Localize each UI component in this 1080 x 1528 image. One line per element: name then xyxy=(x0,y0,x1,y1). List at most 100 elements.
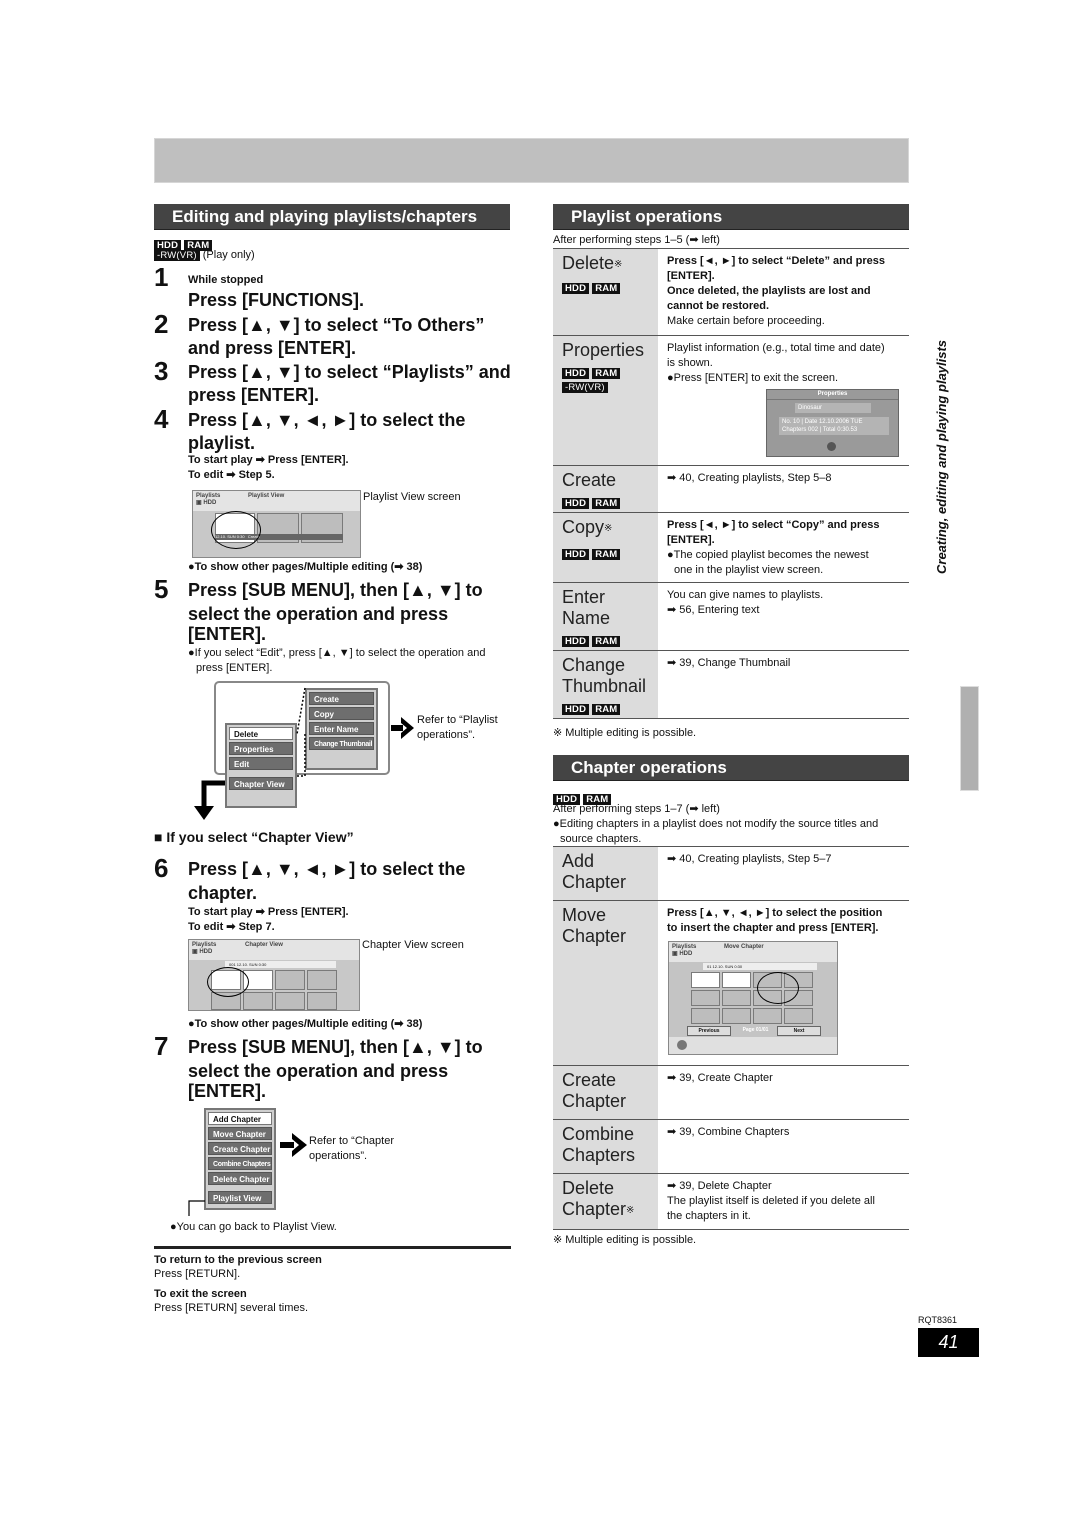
chapter-thumb[interactable] xyxy=(722,990,751,1006)
op-name: Copy※ xyxy=(562,517,613,537)
menu-item-properties[interactable]: Properties xyxy=(229,742,293,755)
badge-hdd: HDD xyxy=(562,704,590,715)
badge-ram: RAM xyxy=(592,636,621,647)
badge-ram: RAM xyxy=(592,498,621,509)
menu-item-delete[interactable]: Delete xyxy=(229,727,293,740)
op-row-delete-chapter: Delete Chapter※ ➡ 39, Delete Chapter The p… xyxy=(553,1174,909,1230)
section-tab xyxy=(960,686,979,791)
exit-title: To exit the screen xyxy=(154,1288,247,1300)
badge-ram: RAM xyxy=(592,549,621,560)
chapter-thumb[interactable] xyxy=(691,990,720,1006)
move-chapter-screen: Playlists Move Chapter ▣ HDD 01 12.10. S… xyxy=(668,941,838,1055)
menu-item-create[interactable]: Create xyxy=(309,692,374,705)
op-name: Add Chapter xyxy=(562,851,627,892)
op-name: Delete Chapter※ xyxy=(562,1178,635,1219)
op-desc: ➡ 39, Create Chapter xyxy=(667,1072,773,1084)
chapter-view-screen: Playlists Chapter View ▣ HDD 001 12.10. … xyxy=(188,939,360,1011)
screen-hdr-title: Move Chapter xyxy=(724,944,764,950)
op-row-delete: Delete※ HDD RAM Press [◄, ►] to select “D… xyxy=(553,249,909,336)
menu-item-move-chapter[interactable]: Move Chapter xyxy=(208,1127,272,1140)
divider xyxy=(154,1246,511,1249)
chapter-thumb[interactable] xyxy=(722,1008,751,1024)
screen-drive: ▣ HDD xyxy=(192,949,213,955)
properties-title: Properties xyxy=(767,390,898,400)
screen-hdr-title: Playlist View xyxy=(248,493,285,499)
menu-item-delete-chapter[interactable]: Delete Chapter xyxy=(208,1172,272,1185)
menu-item-create-chapter[interactable]: Create Chapter xyxy=(208,1142,272,1155)
step-5-note: ●If you select “Edit”, press [▲, ▼] to s… xyxy=(188,647,486,659)
menu-item-combine-chapters[interactable]: Combine Chapters xyxy=(208,1157,272,1170)
menu-item-chapter-view[interactable]: Chapter View xyxy=(229,777,293,790)
header-band xyxy=(154,138,909,183)
chapter-thumb xyxy=(307,992,337,1010)
dotted-connector xyxy=(296,687,306,777)
step-4-sub-1: To start play ➡ Press [ENTER]. xyxy=(188,454,349,466)
other-pages-note-1: ●To show other pages/Multiple editing (➡… xyxy=(188,561,423,573)
step-2-line-2: and press [ENTER]. xyxy=(188,338,357,358)
chapter-thumb[interactable] xyxy=(753,1008,782,1024)
op-row-enter-name: Enter Name HDD RAM You can give names to p… xyxy=(553,583,909,651)
page-number: 41 xyxy=(918,1328,979,1357)
chapter-thumb[interactable] xyxy=(784,1008,813,1024)
op-row-create-chapter: Create Chapter ➡ 39, Create Chapter xyxy=(553,1066,909,1120)
badge-ram: RAM xyxy=(592,283,621,294)
op-desc: ➡ 39, Delete Chapter The playlist itself … xyxy=(667,1180,875,1222)
menu-item-playlist-view[interactable]: Playlist View xyxy=(208,1191,272,1204)
op-name: Move Chapter xyxy=(562,905,627,946)
chapter-thumb[interactable] xyxy=(691,972,720,988)
playlist-ops-table: Delete※ HDD RAM Press [◄, ►] to select “D… xyxy=(553,248,909,719)
exit-text: Press [RETURN] several times. xyxy=(154,1302,309,1314)
op-desc: ➡ 39, Change Thumbnail xyxy=(667,657,791,669)
step-number-6: 6 xyxy=(154,853,169,883)
badge-hdd: HDD xyxy=(562,549,590,560)
return-title: To return to the previous screen xyxy=(154,1254,322,1266)
badge-ram: RAM xyxy=(592,368,621,379)
step-1-precondition: While stopped xyxy=(188,274,264,286)
step-4-sub-2: To edit ➡ Step 5. xyxy=(188,469,275,481)
rw-play-only: -RW(VR) (Play only) xyxy=(154,248,255,263)
step-7-line-1: Press [SUB MENU], then [▲, ▼] to xyxy=(188,1037,483,1057)
op-name: Create Chapter xyxy=(562,1070,627,1111)
selection-circle xyxy=(757,972,799,1004)
op-desc: Press [▲, ▼, ◄, ►] to select the positio… xyxy=(667,907,883,934)
op-row-combine-chapters: Combine Chapters ➡ 39, Combine Chapters xyxy=(553,1120,909,1174)
selection-circle xyxy=(211,511,261,549)
menu-item-change-thumbnail[interactable]: Change Thumbnail xyxy=(309,737,374,750)
op-row-create: Create HDD RAM ➡ 40, Creating playlists, … xyxy=(553,466,909,513)
arrow-right-icon xyxy=(391,717,414,739)
menu-item-enter-name[interactable]: Enter Name xyxy=(309,722,374,735)
step-1-text: Press [FUNCTIONS]. xyxy=(188,290,365,310)
op-name: Enter Name xyxy=(562,587,611,628)
doc-code: RQT8361 xyxy=(918,1315,958,1325)
screen-drive: ▣ HDD xyxy=(196,500,217,506)
chapter-info-bar: 001 12.10. SUN 0:30 xyxy=(225,961,336,968)
menu-item-edit[interactable]: Edit xyxy=(229,757,293,770)
properties-details: No. 10 | Date 12.10.2006 TUE Chapters 00… xyxy=(779,417,889,435)
return-text: Press [RETURN]. xyxy=(154,1268,241,1280)
chapter-submenu-panel: Add Chapter Move Chapter Create Chapter … xyxy=(204,1108,276,1210)
screen-drive: ▣ HDD xyxy=(672,951,693,957)
menu-item-add-chapter[interactable]: Add Chapter xyxy=(208,1112,272,1125)
step-number-1: 1 xyxy=(154,262,169,292)
chapter-thumb[interactable] xyxy=(722,972,751,988)
section-title-editing: Editing and playing playlists/chapters xyxy=(154,204,510,230)
section-title-chapter-ops: Chapter operations xyxy=(553,755,909,781)
step-number-3: 3 xyxy=(154,356,169,386)
step-5-line-1: Press [SUB MENU], then [▲, ▼] to xyxy=(188,580,483,600)
bracket-connector xyxy=(188,1200,205,1216)
step-5-line-3: [ENTER]. xyxy=(188,624,266,644)
other-pages-note-2: ●To show other pages/Multiple editing (➡… xyxy=(188,1018,423,1030)
selection-circle xyxy=(207,967,249,997)
badge-hdd: HDD xyxy=(562,498,590,509)
step-number-4: 4 xyxy=(154,404,169,434)
playlist-ops-footnote: ※ Multiple editing is possible. xyxy=(553,727,697,739)
previous-button[interactable]: Previous xyxy=(687,1026,731,1036)
step-6-sub-2: To edit ➡ Step 7. xyxy=(188,921,275,933)
playlist-view-screen: Playlists Playlist View ▣ HDD 12.10. SUN… xyxy=(192,490,361,558)
next-button[interactable]: Next xyxy=(777,1026,821,1036)
step-7-line-3: [ENTER]. xyxy=(188,1081,266,1101)
chapter-thumb[interactable] xyxy=(691,1008,720,1024)
menu-item-copy[interactable]: Copy xyxy=(309,707,374,720)
step-4-line-2: playlist. xyxy=(188,433,256,453)
step-number-5: 5 xyxy=(154,574,169,604)
